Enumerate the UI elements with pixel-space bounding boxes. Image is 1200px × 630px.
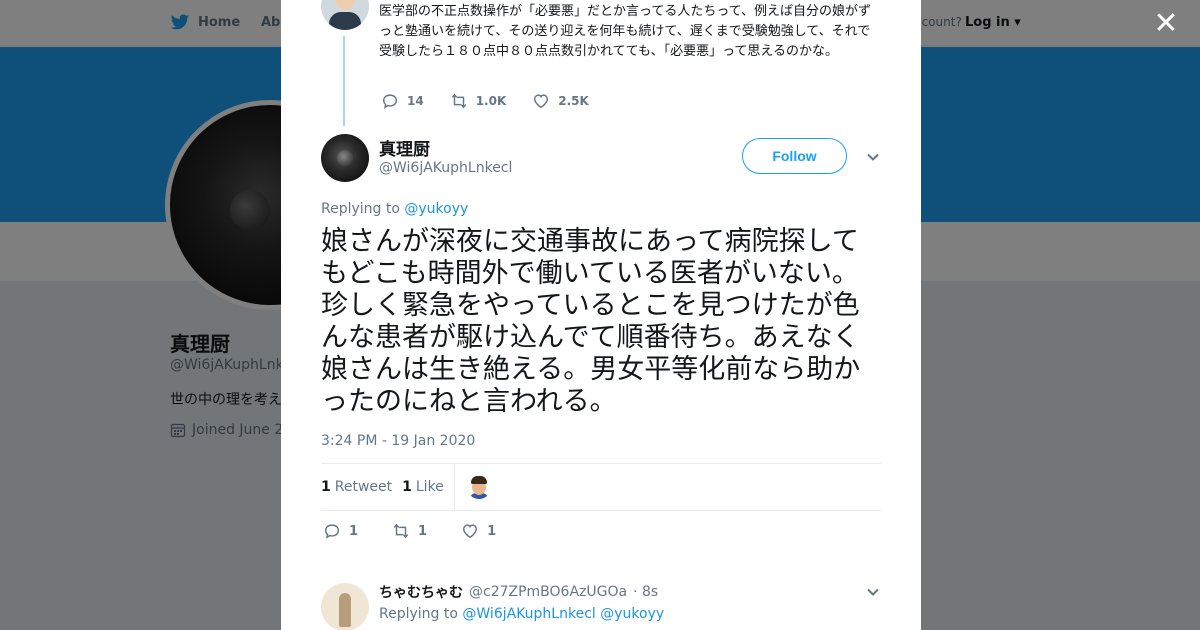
retweet-icon (393, 523, 409, 539)
reply-icon (382, 94, 398, 109)
retweet-count: 1 (321, 479, 331, 495)
author-avatar[interactable] (321, 134, 369, 182)
reply-time[interactable]: · 8s (633, 584, 658, 600)
parent-retweet-button[interactable]: 1.0K (450, 92, 507, 110)
like-icon (534, 94, 549, 109)
chevron-down-icon (867, 153, 879, 161)
author-handle[interactable]: @Wi6jAKuphLnkecl (379, 160, 512, 176)
parent-tweet-avatar[interactable] (321, 0, 369, 30)
reply-button[interactable]: 1 (323, 522, 358, 540)
follow-button[interactable]: Follow (742, 138, 847, 174)
tweet-menu-button[interactable] (866, 149, 880, 163)
replying-label: Replying to (321, 201, 400, 217)
retweet-icon (451, 93, 467, 109)
tweet-timestamp[interactable]: 3:24 PM - 19 Jan 2020 (321, 433, 475, 449)
like-action-count: 1 (487, 523, 497, 539)
reply-to-link-2[interactable]: @yukoyy (600, 606, 664, 622)
tweet-actions: 1 1 1 (323, 522, 530, 540)
tweet-modal: 医学部の不正点数操作が「必要悪」だとか言ってる人たちって、例えば自分の娘がずっと… (281, 0, 921, 630)
like-stat[interactable]: 1 Like (402, 479, 444, 495)
retweet-button[interactable]: 1 (392, 522, 427, 540)
reply-replying-label: Replying to (379, 606, 458, 622)
replying-to: Replying to @yukoyy (321, 201, 468, 217)
reply-avatar[interactable] (321, 583, 369, 630)
close-icon[interactable]: ✕ (1152, 9, 1180, 39)
parent-like-count: 2.5K (558, 94, 589, 108)
thread-connector (343, 36, 345, 126)
parent-retweet-count: 1.0K (475, 94, 507, 108)
parent-tweet-actions: 14 1.0K 2.5K (381, 92, 615, 110)
reply-author-name[interactable]: ちゃむちゃむ (379, 582, 463, 602)
parent-reply-button[interactable]: 14 (381, 92, 424, 110)
reply-header: ちゃむちゃむ @c27ZPmBO6AzUGOa · 8s (379, 582, 658, 602)
reply-count: 1 (349, 523, 359, 539)
like-icon (463, 524, 478, 539)
reply-author-handle[interactable]: @c27ZPmBO6AzUGOa (469, 584, 627, 600)
liker-avatar[interactable] (466, 475, 491, 499)
stats-divider (453, 463, 455, 511)
reply-menu-button[interactable] (866, 584, 880, 598)
tweet-stats: 1 Retweet 1 Like (321, 463, 881, 511)
tweet-text: 娘さんが深夜に交通事故にあって病院探してもどこも時間外で働いている医者がいない。… (321, 226, 861, 417)
parent-like-button[interactable]: 2.5K (532, 92, 589, 110)
replying-to-link[interactable]: @yukoyy (404, 201, 468, 217)
retweet-stat-label: Retweet (334, 479, 393, 495)
chevron-down-icon (867, 588, 879, 596)
author-name[interactable]: 真理厨 (379, 135, 430, 160)
reply-replying-to: Replying to @Wi6jAKuphLnkecl @yukoyy (379, 606, 664, 622)
parent-tweet-text: 医学部の不正点数操作が「必要悪」だとか言ってる人たちって、例えば自分の娘がずっと… (379, 4, 872, 59)
like-stat-label: Like (415, 479, 444, 495)
parent-reply-count: 14 (407, 94, 424, 108)
retweet-action-count: 1 (418, 523, 428, 539)
retweet-stat[interactable]: 1 Retweet (321, 479, 392, 495)
like-count: 1 (402, 479, 412, 495)
like-button[interactable]: 1 (461, 522, 496, 540)
reply-to-link-1[interactable]: @Wi6jAKuphLnkecl (462, 606, 595, 622)
reply-icon (324, 524, 340, 539)
